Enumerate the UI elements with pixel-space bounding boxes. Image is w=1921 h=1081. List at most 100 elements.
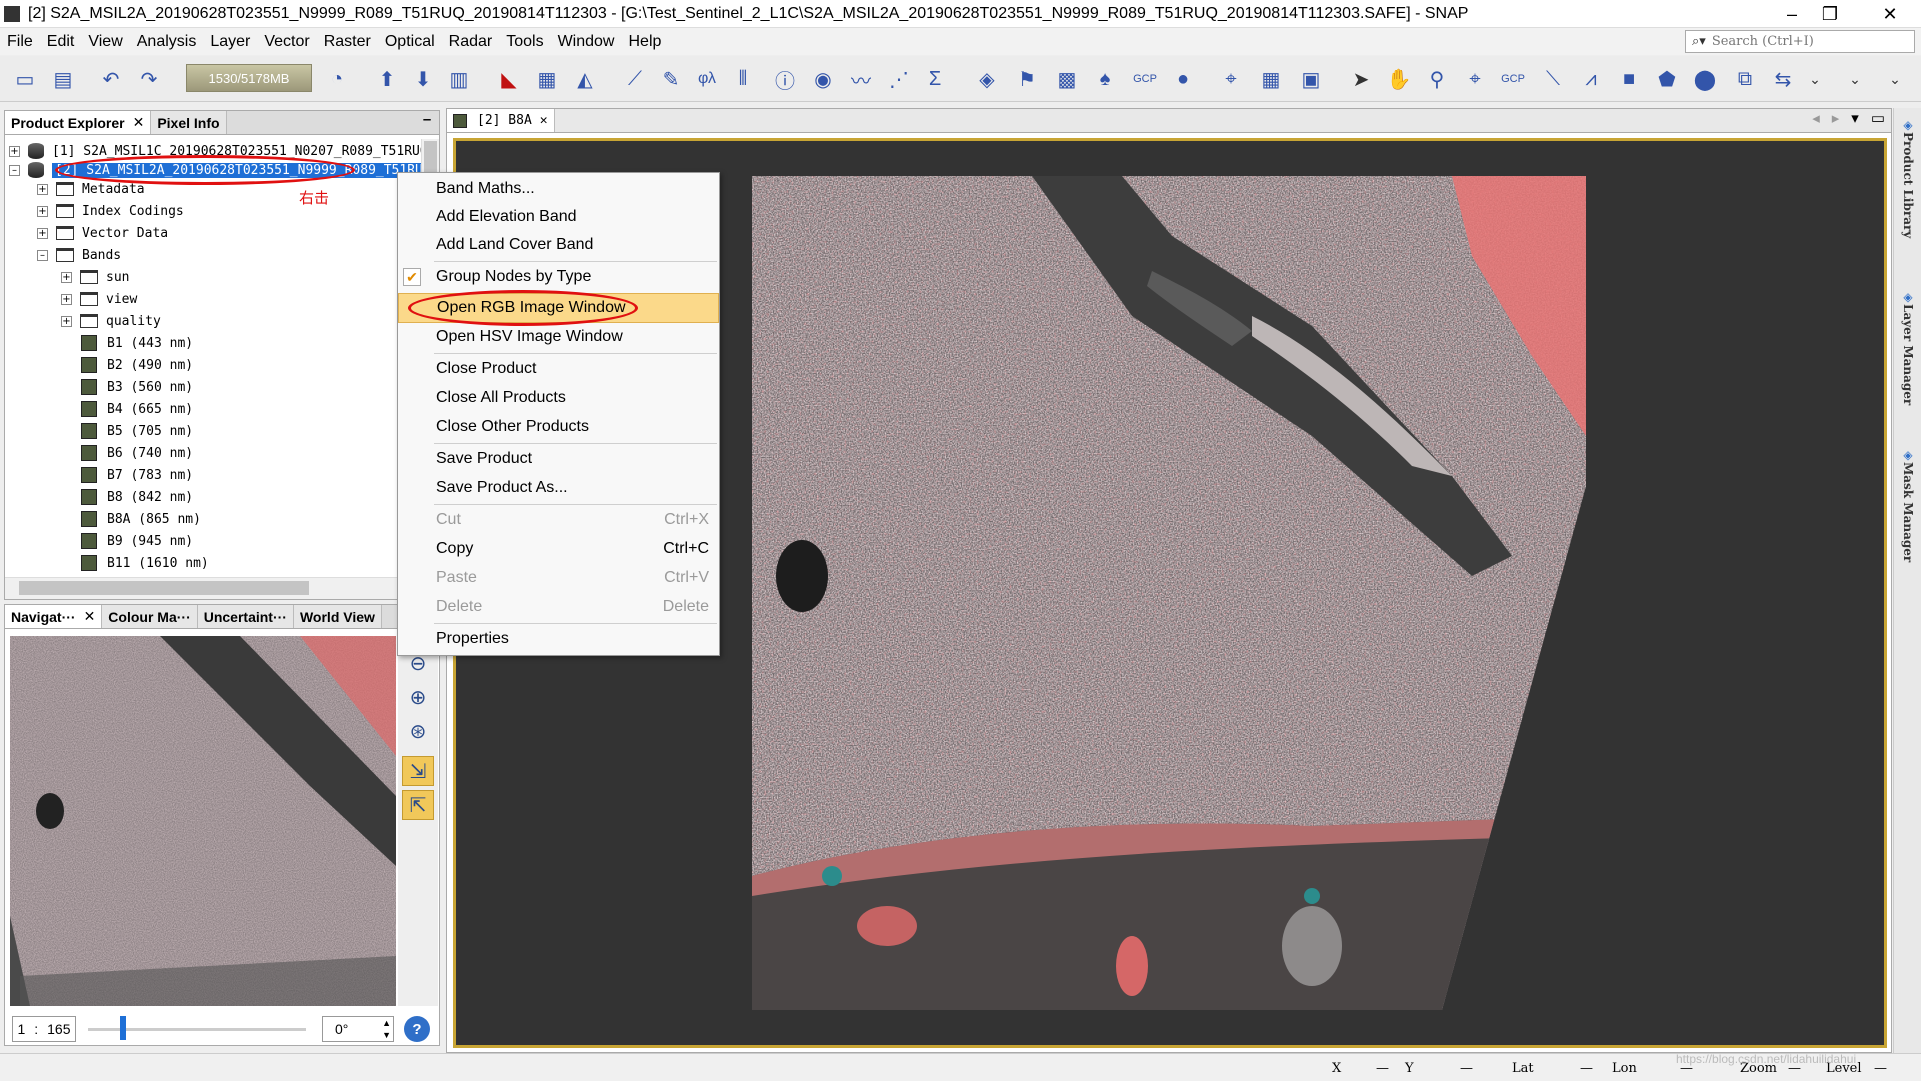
sync-icon[interactable]: ⌖ [1216,64,1246,94]
menu-view[interactable]: View [81,33,129,51]
band-b7[interactable]: B7 (783 nm) [81,465,193,485]
mask-icon[interactable]: ● [1168,64,1198,94]
scale-field[interactable]: 1:165 [12,1016,76,1042]
product-icon[interactable]: ▥ [444,64,474,94]
scroll-left-icon[interactable]: ◂ [1806,109,1826,132]
sync-cursor-icon[interactable]: ⇱ [402,790,434,820]
tab-colour-manipulation[interactable]: Colour Ma··· [102,605,198,628]
globe-icon[interactable]: ◉ [808,64,838,94]
tab-product-library[interactable]: ◈ Product Library [1896,118,1920,238]
band-b3[interactable]: B3 (560 nm) [81,377,193,397]
menu-vector[interactable]: Vector [257,33,316,51]
band-b8[interactable]: B8 (842 nm) [81,487,193,507]
open-product-icon[interactable]: ▭ [10,64,40,94]
band-maths-icon[interactable]: ◣ [494,64,524,94]
close-icon[interactable]: ✕ [133,114,145,131]
more-tools-icon[interactable]: ⌄ [1880,64,1910,94]
tree-node-view[interactable]: + view [61,289,137,309]
menu-item-add-land-cover-band[interactable]: Add Land Cover Band [398,231,719,259]
select-tool-icon[interactable]: ➤ [1346,64,1376,94]
plot-icon[interactable]: 〰 [846,64,876,94]
subset-icon[interactable]: ▦ [532,64,562,94]
grid-icon[interactable]: ▩ [1052,64,1082,94]
zoom-all-icon[interactable]: ⊛ [402,716,434,746]
menu-file[interactable]: File [0,33,40,51]
magic-wand-icon[interactable]: ⧉ [1730,64,1760,94]
band-b11[interactable]: B11 (1610 nm) [81,553,209,573]
zoom-tool-icon[interactable]: ⚲ [1422,64,1452,94]
polyline-tool-icon[interactable]: ⩘ [1576,64,1606,94]
menu-item-close-other-products[interactable]: Close Other Products [398,413,719,441]
tree-node-vector-data[interactable]: + Vector Data [37,223,168,243]
more-tools-icon[interactable]: ⌄ [1800,64,1830,94]
gcp-icon[interactable]: GCP [1130,64,1160,94]
menu-item-group-nodes-by-type[interactable]: ✔ Group Nodes by Type [398,263,719,291]
sync-views-icon[interactable]: ⇲ [402,756,434,786]
minimize-panel-icon[interactable]: – [415,111,439,134]
band-b8a[interactable]: B8A (865 nm) [81,509,201,529]
satellite-image[interactable] [752,176,1586,1010]
menu-item-open-hsv-image-window[interactable]: Open HSV Image Window [398,323,719,351]
zoom-slider-thumb[interactable] [120,1016,126,1040]
polygon-tool-icon[interactable]: ⬟ [1652,64,1682,94]
band-b1[interactable]: B1 (443 nm) [81,333,193,353]
window-icon[interactable]: ▣ [1296,64,1326,94]
close-icon[interactable]: ✕ [84,608,96,625]
maximize-button[interactable]: ❐ [1800,0,1860,28]
ellipse-tool-icon[interactable]: ⬤ [1690,64,1720,94]
statistics-icon[interactable]: Σ [920,64,950,94]
close-button[interactable]: ✕ [1860,0,1920,28]
navigation-overview-image[interactable] [10,636,396,1006]
histogram-icon[interactable]: ⫴ [728,64,758,94]
menu-item-save-product-as[interactable]: Save Product As... [398,474,719,502]
band-b5[interactable]: B5 (705 nm) [81,421,193,441]
tiepoint-icon[interactable]: ♠ [1090,64,1120,94]
menu-item-cut[interactable]: Cut Ctrl+X [398,506,719,534]
tree-node-metadata[interactable]: + Metadata [37,179,145,199]
gc-icon[interactable]: ◔ [322,64,352,94]
tree-node-bands[interactable]: – Bands [37,245,121,265]
line-tool-icon[interactable]: ⟍ [1538,64,1568,94]
redo-icon[interactable]: ↷ [134,64,164,94]
tree-node-index-codings[interactable]: + Index Codings [37,201,184,221]
scatter-icon[interactable]: ⋰ [884,64,914,94]
horizontal-scrollbar[interactable] [5,577,421,599]
tab-b8a[interactable]: [2] B8A ✕ [447,109,555,132]
menu-tools[interactable]: Tools [499,33,550,51]
import-icon[interactable]: ⬆ [372,64,402,94]
menu-item-properties[interactable]: Properties [398,625,719,653]
menu-item-copy[interactable]: Copy Ctrl+C [398,535,719,563]
menu-analysis[interactable]: Analysis [130,33,204,51]
spinner-arrows-icon[interactable]: ▲ ▼ [382,1017,391,1041]
memory-indicator[interactable]: 1530/5178MB [186,64,312,92]
tab-product-explorer[interactable]: Product Explorer ✕ [5,111,152,134]
menu-item-paste[interactable]: Paste Ctrl+V [398,564,719,592]
rotation-spinner[interactable]: 0° ▲ ▼ [322,1016,394,1042]
more-tools-icon[interactable]: ⌄ [1840,64,1870,94]
tab-mask-manager[interactable]: ◈ Mask Manager [1896,448,1920,562]
band-b9[interactable]: B9 (945 nm) [81,531,193,551]
menu-item-band-maths[interactable]: Band Maths... [398,175,719,203]
menu-item-add-elevation-band[interactable]: Add Elevation Band [398,203,719,231]
close-icon[interactable]: ✕ [540,113,548,128]
search-input[interactable]: ⌕▾ Search (Ctrl+I) [1685,30,1915,53]
menu-item-delete[interactable]: Delete Delete [398,593,719,621]
maximize-window-icon[interactable]: ▭ [1865,109,1891,132]
menu-window[interactable]: Window [551,33,622,51]
info-icon[interactable]: ⓘ [770,64,800,94]
save-icon[interactable]: ▤ [48,64,78,94]
tree-node-sun[interactable]: + sun [61,267,129,287]
pin-tool-icon[interactable]: ⌖ [1460,64,1490,94]
layers-icon[interactable]: ◈ [972,64,1002,94]
tab-list-icon[interactable]: ▾ [1845,109,1865,132]
tab-layer-manager[interactable]: ◈ Layer Manager [1896,290,1920,405]
tab-pixel-info[interactable]: Pixel Info [151,111,227,134]
undo-icon[interactable]: ↶ [96,64,126,94]
tab-world-view[interactable]: World View [293,605,382,628]
band-b4[interactable]: B4 (665 nm) [81,399,193,419]
zoom-pixel-icon[interactable]: ⊕ [402,682,434,712]
tab-uncertainty[interactable]: Uncertaint··· [197,605,294,628]
help-button[interactable]: ? [404,1016,430,1042]
menu-help[interactable]: Help [621,33,668,51]
tree-node-quality[interactable]: + quality [61,311,161,331]
